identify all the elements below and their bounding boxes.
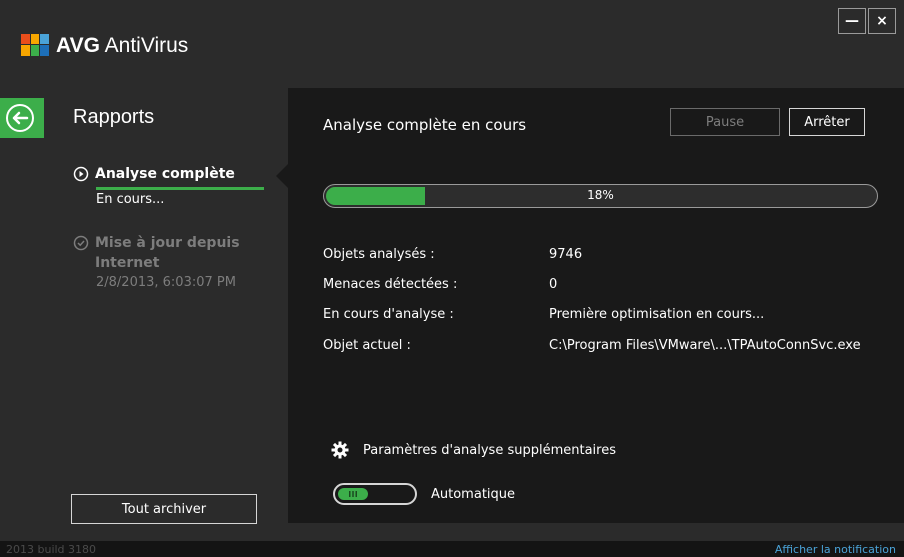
stat-label: Objets analysés : [323,247,435,262]
window-controls: — × [838,8,896,34]
stat-value: C:\Program Files\VMware\...\TPAutoConnSv… [549,338,861,353]
app-title: AVG AntiVirus [56,34,188,58]
stat-value: Première optimisation en cours... [549,307,765,322]
toggle-label: Automatique [431,486,516,502]
show-notification-link[interactable]: Afficher la notification [775,543,896,556]
check-circle-icon [73,235,89,251]
grip-icon [349,491,357,497]
toggle-knob [338,488,368,500]
automatic-toggle-row: Automatique [333,483,515,505]
progress-percent: 18% [587,188,614,202]
pause-button[interactable]: Pause [670,108,780,136]
report-item-status: En cours... [96,192,165,207]
settings-label: Paramètres d'analyse supplémentaires [363,442,616,458]
brand-bold: AVG [56,34,100,57]
stat-label: Menaces détectées : [323,277,458,292]
sidebar-title: Rapports [73,106,155,128]
report-item-label: Mise à jour depuis Internet [95,235,240,271]
stat-label: En cours d'analyse : [323,307,454,322]
brand-name: AntiVirus [99,34,189,57]
report-item-date: 2/8/2013, 6:03:07 PM [96,275,236,290]
selection-pointer [276,164,288,188]
gear-icon [331,441,349,459]
sidebar [0,88,288,523]
automatic-toggle[interactable] [333,483,417,505]
back-button[interactable] [0,98,44,138]
report-item-label: Analyse complète [95,166,235,182]
scan-title: Analyse complète en cours [323,116,527,134]
app-window: AVG AntiVirus — × Rapports Analyse compl… [0,0,904,557]
avg-logo-icon [21,34,49,56]
minimize-button[interactable]: — [838,8,866,34]
scan-progress-bar: 18% [323,184,878,208]
stop-button[interactable]: Arrêter [789,108,865,136]
title-bar: AVG AntiVirus — × [0,0,904,88]
stat-label: Objet actuel : [323,338,411,353]
stat-value: 9746 [549,247,583,262]
report-item-full-scan[interactable]: Analyse complète En cours... [73,166,264,207]
stat-value: 0 [549,277,558,292]
additional-scan-settings-link[interactable]: Paramètres d'analyse supplémentaires [331,441,616,459]
back-arrow-icon [6,104,34,132]
build-info: 2013 build 3180 [6,543,97,556]
archive-all-button[interactable]: Tout archiver [71,494,257,524]
close-button[interactable]: × [868,8,896,34]
play-circle-icon [73,166,89,182]
status-bar: 2013 build 3180 Afficher la notification [0,541,904,557]
report-item-update[interactable]: Mise à jour depuis Internet 2/8/2013, 6:… [73,233,273,290]
active-indicator [96,187,264,190]
